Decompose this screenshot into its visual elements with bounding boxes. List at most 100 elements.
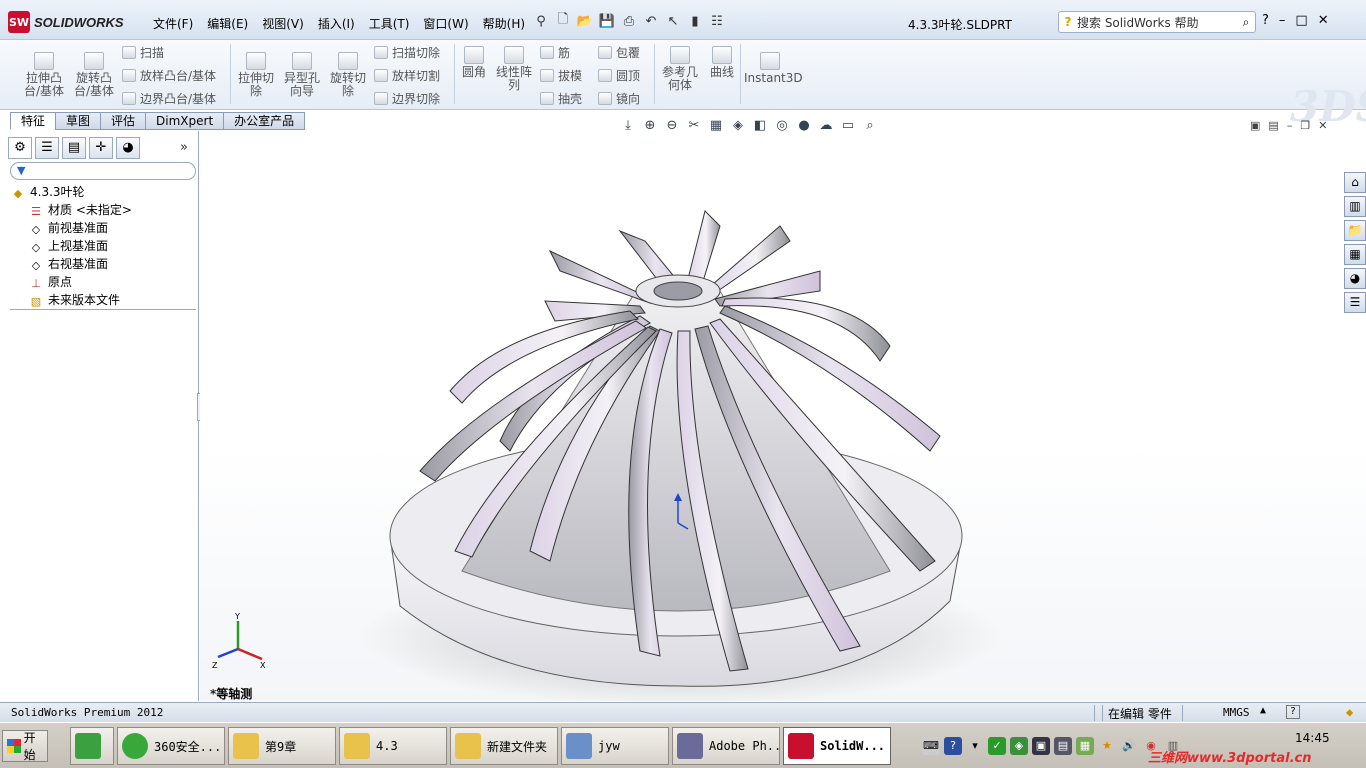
boundary-boss-button[interactable]: 边界凸台/基体	[122, 90, 216, 107]
taskbar-item-solidworks[interactable]: SolidW...	[783, 727, 891, 765]
hole-wizard-button[interactable]: 异型孔 向导	[280, 52, 324, 98]
undo-icon[interactable]: ↶	[642, 12, 660, 30]
print-icon[interactable]: ⎙	[620, 12, 638, 30]
revolve-boss-button[interactable]: 旋转凸 台/基体	[72, 52, 116, 98]
display-icon[interactable]: ▦	[1076, 737, 1094, 755]
draft-button[interactable]: 拔模	[540, 67, 582, 84]
feature-manager-tab-icon[interactable]: ⚙	[8, 137, 32, 159]
impeller-model[interactable]	[200, 131, 1366, 701]
menu-window[interactable]: 窗口(W)	[416, 15, 475, 32]
close-button[interactable]: ✕	[1318, 13, 1329, 28]
minimize-button[interactable]: –	[1279, 13, 1286, 28]
dimxpert-manager-tab-icon[interactable]: ✛	[89, 137, 113, 159]
appearances-icon[interactable]: ◕	[1344, 268, 1366, 289]
tab-sketch[interactable]: 草图	[55, 112, 101, 130]
tree-item-top-plane[interactable]: ◇ 上视基准面	[10, 237, 132, 255]
security-icon[interactable]: ◈	[1010, 737, 1028, 755]
monitor-icon[interactable]: ▣	[1032, 737, 1050, 755]
fillet-button[interactable]: 圆角	[458, 46, 490, 79]
options-icon[interactable]: ☷	[708, 12, 726, 30]
menu-tools[interactable]: 工具(T)	[362, 15, 417, 32]
network-icon[interactable]: ▤	[1054, 737, 1072, 755]
keyboard-icon[interactable]: ⌨	[922, 737, 940, 755]
pin-icon[interactable]: ⚲	[532, 12, 550, 30]
hub-bore	[653, 281, 703, 301]
reference-geometry-button[interactable]: 参考几 何体	[658, 46, 702, 92]
dome-button[interactable]: 圆顶	[598, 67, 640, 84]
units-chevron-up-icon[interactable]: ▲	[1260, 705, 1266, 716]
configuration-manager-tab-icon[interactable]: ▤	[62, 137, 86, 159]
menu-view[interactable]: 视图(V)	[255, 15, 311, 32]
taskbar-item-quicklaunch[interactable]	[70, 727, 114, 765]
tab-dimxpert[interactable]: DimXpert	[145, 112, 224, 130]
unit-system-selector[interactable]: MMGS	[1223, 706, 1250, 719]
tab-office-products[interactable]: 办公室产品	[223, 112, 306, 130]
tag-icon[interactable]: ◆	[1346, 705, 1353, 719]
help-menu-button[interactable]: ?	[1262, 13, 1269, 28]
tree-item-front-plane[interactable]: ◇ 前视基准面	[10, 219, 132, 237]
select-icon[interactable]: ↖	[664, 12, 682, 30]
display-manager-tab-icon[interactable]: ◕	[116, 137, 140, 159]
taskbar-item-photoshop[interactable]: Adobe Ph...	[672, 727, 780, 765]
loft-icon	[122, 69, 136, 82]
view-palette-icon[interactable]: ▦	[1344, 244, 1366, 265]
taskbar-item-new-folder[interactable]: 新建文件夹	[450, 727, 558, 765]
star-icon[interactable]: ★	[1098, 737, 1116, 755]
taskbar-item-360[interactable]: 360安全...	[117, 727, 225, 765]
tree-item-label: 原点	[48, 275, 73, 289]
search-icon[interactable]: ⌕	[1237, 15, 1255, 30]
extrude-boss-button[interactable]: 拉伸凸 台/基体	[22, 52, 66, 98]
menu-file[interactable]: 文件(F)	[146, 15, 200, 32]
tree-root-part[interactable]: ◆ 4.3.3叶轮	[10, 183, 132, 201]
boundary-cut-button[interactable]: 边界切除	[374, 90, 440, 107]
solidworks-logo[interactable]: SW SOLIDWORKS	[8, 10, 124, 34]
rebuild-icon[interactable]: ▮	[686, 12, 704, 30]
chevron-icon[interactable]: ▾	[966, 737, 984, 755]
wrap-button[interactable]: 包覆	[598, 44, 640, 61]
tab-features[interactable]: 特征	[10, 112, 56, 130]
shield-icon[interactable]: ✓	[988, 737, 1006, 755]
status-help-button[interactable]: ?	[1286, 705, 1300, 719]
menu-edit[interactable]: 编辑(E)	[200, 15, 255, 32]
open-icon[interactable]: 📂	[576, 12, 594, 30]
sweep-button[interactable]: 扫描	[122, 44, 164, 61]
file-explorer-icon[interactable]: 📁	[1344, 220, 1366, 241]
save-icon[interactable]: 💾	[598, 12, 616, 30]
taskbar-item-jyw[interactable]: jyw	[561, 727, 669, 765]
mirror-button[interactable]: 镜向	[598, 90, 640, 107]
taskbar-item-folder-ch9[interactable]: 第9章	[228, 727, 336, 765]
help-icon[interactable]: ?	[944, 737, 962, 755]
help-search-input[interactable]: 搜索 SolidWorks 帮助	[1077, 14, 1237, 31]
tree-item-future-version[interactable]: ▧ 未来版本文件	[10, 291, 132, 309]
expand-chevron-icon[interactable]: »	[180, 140, 188, 155]
graphics-area[interactable]: Y X Z *等轴测	[200, 131, 1366, 701]
system-clock[interactable]: 14:45	[1295, 731, 1330, 745]
swept-cut-button[interactable]: 扫描切除	[374, 44, 440, 61]
taskbar-item-folder-4-3[interactable]: 4.3	[339, 727, 447, 765]
extrude-cut-button[interactable]: 拉伸切 除	[234, 52, 278, 98]
start-button[interactable]: 开始	[2, 730, 48, 762]
lofted-cut-button[interactable]: 放样切割	[374, 67, 440, 84]
instant3d-button[interactable]: Instant3D	[744, 52, 803, 85]
solidworks-resources-icon[interactable]: ⌂	[1344, 172, 1366, 193]
tab-evaluate[interactable]: 评估	[100, 112, 146, 130]
tree-item-material[interactable]: ☰ 材质 <未指定>	[10, 201, 132, 219]
volume-icon[interactable]: 🔊	[1120, 737, 1138, 755]
property-manager-tab-icon[interactable]: ☰	[35, 137, 59, 159]
new-document-icon[interactable]: 🗋	[554, 12, 572, 30]
curves-button[interactable]: 曲线	[706, 46, 738, 79]
tree-item-right-plane[interactable]: ◇ 右视基准面	[10, 255, 132, 273]
feature-filter-input[interactable]: ▼	[10, 162, 196, 180]
custom-properties-icon[interactable]: ☰	[1344, 292, 1366, 313]
tree-item-origin[interactable]: ⊥ 原点	[10, 273, 132, 291]
rib-button[interactable]: 筋	[540, 44, 570, 61]
design-library-icon[interactable]: ▥	[1344, 196, 1366, 217]
menu-help[interactable]: 帮助(H)	[476, 15, 532, 32]
help-search-box[interactable]: ? 搜索 SolidWorks 帮助 ⌕	[1058, 11, 1256, 33]
linear-pattern-button[interactable]: 线性阵 列	[494, 46, 534, 92]
shell-button[interactable]: 抽壳	[540, 90, 582, 107]
loft-button[interactable]: 放样凸台/基体	[122, 67, 216, 84]
revolve-cut-button[interactable]: 旋转切 除	[326, 52, 370, 98]
menu-insert[interactable]: 插入(I)	[311, 15, 362, 32]
restore-button[interactable]: □	[1295, 13, 1307, 28]
